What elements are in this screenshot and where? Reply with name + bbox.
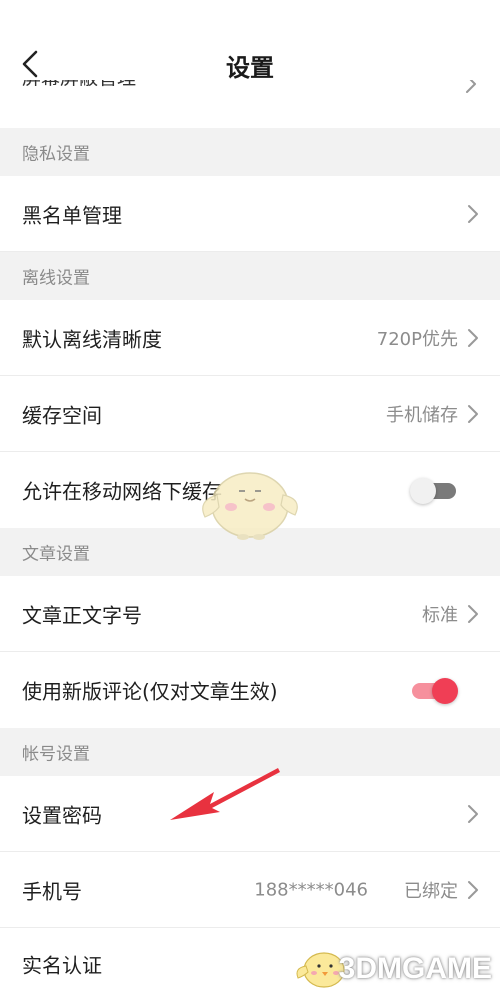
row-value: 720P优先 (376, 328, 458, 350)
section-offline: 离线设置 (0, 252, 500, 300)
chevron-right-icon (468, 804, 478, 823)
row-blacklist[interactable]: 黑名单管理 (0, 176, 500, 252)
chevron-right-icon (468, 328, 478, 347)
mascot-watermark-icon (202, 472, 298, 540)
partial-row-label: 屏幕屏蔽管理 (22, 80, 136, 100)
phone-status: 已绑定 (404, 880, 458, 902)
row-label: 默认离线清晰度 (22, 327, 162, 351)
partial-row[interactable]: 屏幕屏蔽管理 (22, 80, 136, 102)
row-value: 标准 (422, 604, 458, 626)
annotation-arrow-icon (170, 768, 280, 820)
toggle-knob (410, 478, 436, 504)
phone-number: 188*****046 (254, 879, 368, 900)
chevron-right-icon (468, 880, 478, 899)
watermark-text: 3DMGAME (338, 952, 492, 985)
row-label: 手机号 (22, 879, 82, 903)
chevron-right-icon (468, 404, 478, 423)
header: 设置 屏幕屏蔽管理 (0, 0, 500, 128)
row-label: 文章正文字号 (22, 603, 142, 627)
row-label: 缓存空间 (22, 403, 102, 427)
chevron-right-icon (464, 80, 478, 100)
section-privacy: 隐私设置 (0, 128, 500, 176)
toggle-knob (432, 678, 458, 704)
row-label: 黑名单管理 (22, 203, 122, 227)
chevron-right-icon (468, 604, 478, 623)
site-watermark: 3DMGAME (292, 942, 492, 992)
row-offline-quality[interactable]: 默认离线清晰度 720P优先 (0, 300, 500, 376)
section-title: 帐号设置 (22, 744, 90, 765)
section-title: 离线设置 (22, 268, 90, 289)
row-label: 设置密码 (22, 803, 102, 827)
row-phone[interactable]: 手机号 188*****046 已绑定 (0, 852, 500, 928)
row-new-comments: 使用新版评论(仅对文章生效) (0, 652, 500, 728)
row-value: 手机储存 (386, 404, 458, 426)
page-title: 设置 (226, 54, 274, 82)
chevron-right-icon (468, 204, 478, 223)
row-label: 使用新版评论(仅对文章生效) (22, 679, 278, 704)
section-title: 隐私设置 (22, 144, 90, 165)
row-label: 实名认证 (22, 953, 102, 978)
row-font-size[interactable]: 文章正文字号 标准 (0, 576, 500, 652)
row-cache-space[interactable]: 缓存空间 手机储存 (0, 376, 500, 452)
mobile-cache-toggle[interactable] (410, 476, 458, 504)
section-title: 文章设置 (22, 544, 90, 565)
row-label: 允许在移动网络下缓存 (22, 479, 222, 504)
new-comments-toggle[interactable] (410, 676, 458, 704)
